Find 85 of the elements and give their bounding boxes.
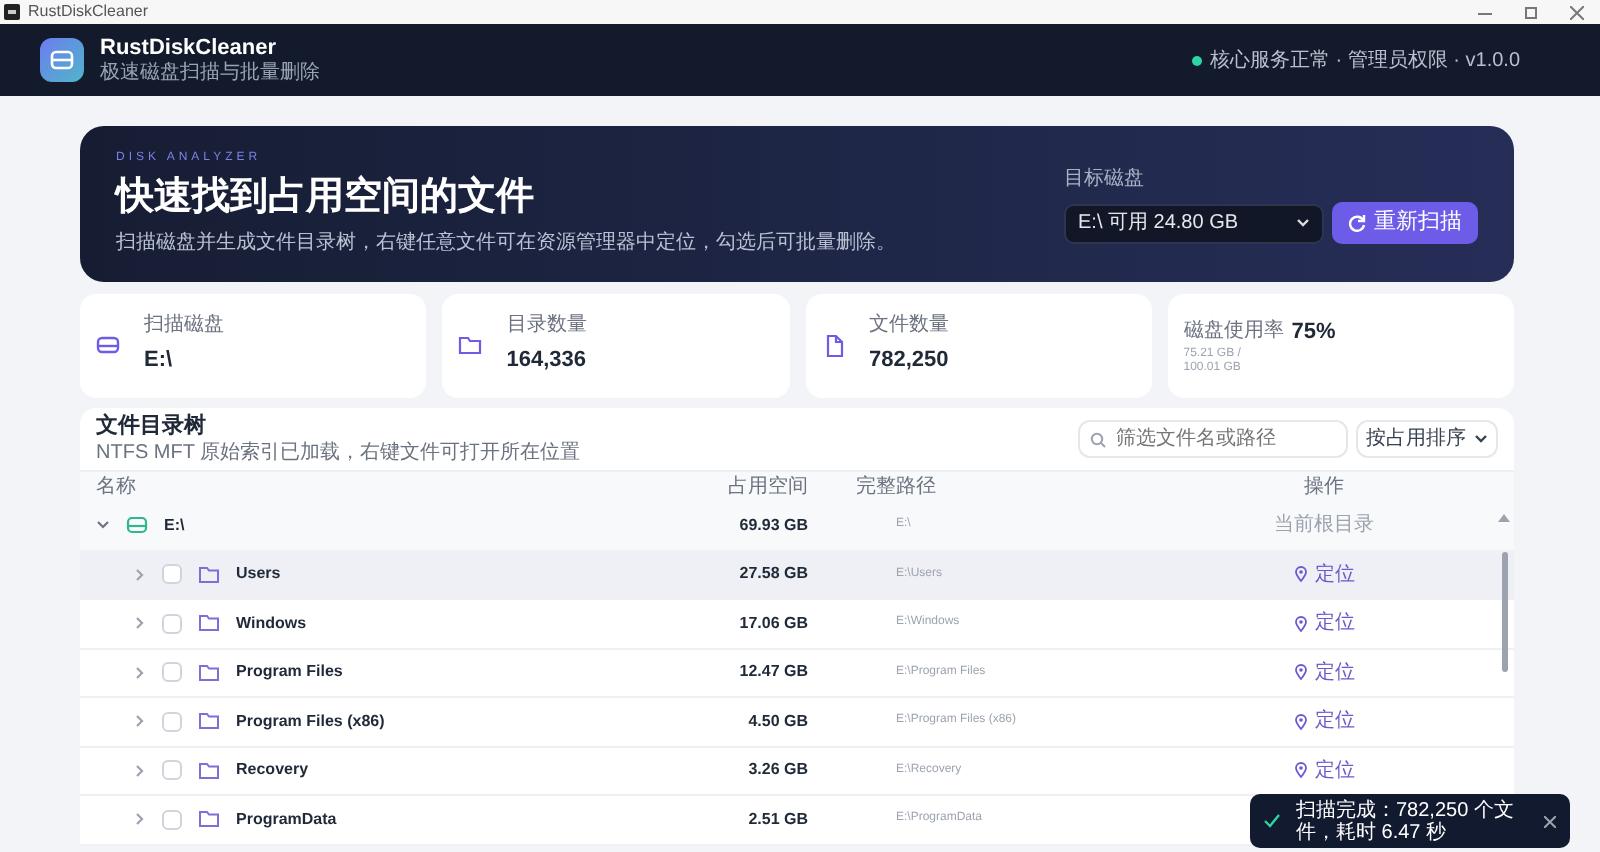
drive-icon <box>50 50 74 70</box>
refresh-icon <box>1348 214 1366 232</box>
folder-icon <box>198 761 220 780</box>
app-name: RustDiskCleaner <box>100 36 279 61</box>
folder-icon <box>458 334 483 358</box>
locate-link[interactable]: 定位 <box>1293 559 1355 590</box>
locate-link[interactable]: 定位 <box>1293 755 1355 786</box>
checkbox[interactable] <box>162 564 182 585</box>
scroll-up-icon[interactable] <box>1498 514 1510 523</box>
size-cell-text: 12.47 GB <box>737 660 808 685</box>
app-subtitle: 极速磁盘扫描与批量删除 <box>100 61 320 84</box>
locate-link[interactable]: 定位 <box>1293 608 1355 639</box>
folder-name: Windows <box>236 611 307 636</box>
toast-message: 扫描完成：782,250 个文件，耗时 6.47 秒 <box>1296 799 1516 843</box>
stat-value: 75% <box>1291 317 1336 348</box>
map-pin-icon <box>1293 664 1307 681</box>
map-pin-icon <box>1293 713 1307 730</box>
size-cell-text: 27.58 GB <box>737 562 808 587</box>
folder-icon <box>198 712 220 731</box>
folder-icon <box>198 663 220 682</box>
close-icon[interactable] <box>1544 815 1556 827</box>
chevron-down-icon[interactable] <box>96 518 110 533</box>
locate-link[interactable]: 定位 <box>1293 657 1355 688</box>
stat-label: 磁盘使用率 <box>1183 320 1284 343</box>
rescan-button[interactable]: 重新扫描 <box>1332 202 1478 244</box>
folder-name: E:\ <box>164 513 185 538</box>
maximize-icon[interactable] <box>1524 5 1538 19</box>
column-header: 名称 <box>96 474 138 502</box>
window-title: RustDiskCleaner <box>28 0 149 24</box>
chevron-down-icon <box>1474 434 1488 444</box>
size-cell-text: 69.93 GB <box>737 513 808 538</box>
app-icon <box>4 4 20 20</box>
stat-value: 164,336 <box>506 346 587 377</box>
folder-name: ProgramData <box>236 807 337 832</box>
search-field[interactable]: 筛选文件名或路径 <box>1078 420 1348 458</box>
file-icon <box>821 334 845 358</box>
folder-icon <box>198 810 220 829</box>
tree-title: 文件目录树 <box>96 414 208 442</box>
checkbox[interactable] <box>162 662 182 683</box>
size-cell-text: 3.26 GB <box>746 758 808 783</box>
column-header: 操作 <box>1302 474 1346 502</box>
status-text: 核心服务正常 · 管理员权限 · v1.0.0 <box>1209 47 1520 75</box>
stat-value: 782,250 <box>869 346 949 377</box>
checkbox[interactable] <box>162 809 182 830</box>
root-label: 当前根目录 <box>1274 511 1374 541</box>
drive-icon <box>126 516 148 535</box>
disk-label: 目标磁盘 <box>1064 165 1146 194</box>
folder-name: Recovery <box>236 758 309 783</box>
stat-value: E:\ <box>144 346 175 377</box>
close-icon[interactable] <box>1570 5 1584 19</box>
sort-dropdown[interactable]: 按占用排序 <box>1356 420 1498 458</box>
locate-link[interactable]: 定位 <box>1293 706 1355 737</box>
drive-icon <box>96 334 120 358</box>
chevron-right-icon[interactable] <box>132 567 146 582</box>
chevron-right-icon[interactable] <box>132 714 146 729</box>
size-cell-text: 2.51 GB <box>746 807 808 832</box>
checkbox[interactable] <box>162 613 182 634</box>
chevron-right-icon[interactable] <box>132 812 146 827</box>
column-header: 完整路径 <box>854 473 938 502</box>
search-icon <box>1090 432 1106 448</box>
chevron-down-icon <box>1296 218 1310 228</box>
size-cell-text: 4.50 GB <box>746 709 808 734</box>
map-pin-icon <box>1293 762 1307 779</box>
map-pin-icon <box>1293 566 1307 583</box>
stat-label: 文件数量 <box>869 314 949 337</box>
chevron-right-icon[interactable] <box>132 763 146 778</box>
folder-name: Program Files <box>236 660 343 685</box>
chevron-right-icon[interactable] <box>132 616 146 631</box>
checkbox[interactable] <box>162 711 182 732</box>
chevron-right-icon[interactable] <box>132 665 146 680</box>
folder-name: Program Files (x86) <box>236 709 385 734</box>
stat-label: 扫描磁盘 <box>144 314 224 337</box>
hero-title: 快速找到占用空间的文件 <box>116 175 536 221</box>
check-icon <box>1264 814 1280 828</box>
map-pin-icon <box>1293 615 1307 632</box>
disk-select[interactable]: E:\ 可用 24.80 GB <box>1064 203 1324 243</box>
folder-icon <box>198 614 220 633</box>
tree-subtitle: NTFS MFT 原始索引已加载，右键文件可打开所在位置 <box>96 441 581 464</box>
folder-icon <box>198 565 220 584</box>
folder-name: Users <box>236 562 281 587</box>
checkbox[interactable] <box>162 760 182 781</box>
hero-description: 扫描磁盘并生成文件目录树，右键任意文件可在资源管理器中定位，勾选后可批量删除。 <box>116 229 896 259</box>
column-header: 占用空间 <box>726 473 808 502</box>
stat-label: 目录数量 <box>506 314 587 337</box>
size-cell-text: 17.06 GB <box>737 611 808 636</box>
